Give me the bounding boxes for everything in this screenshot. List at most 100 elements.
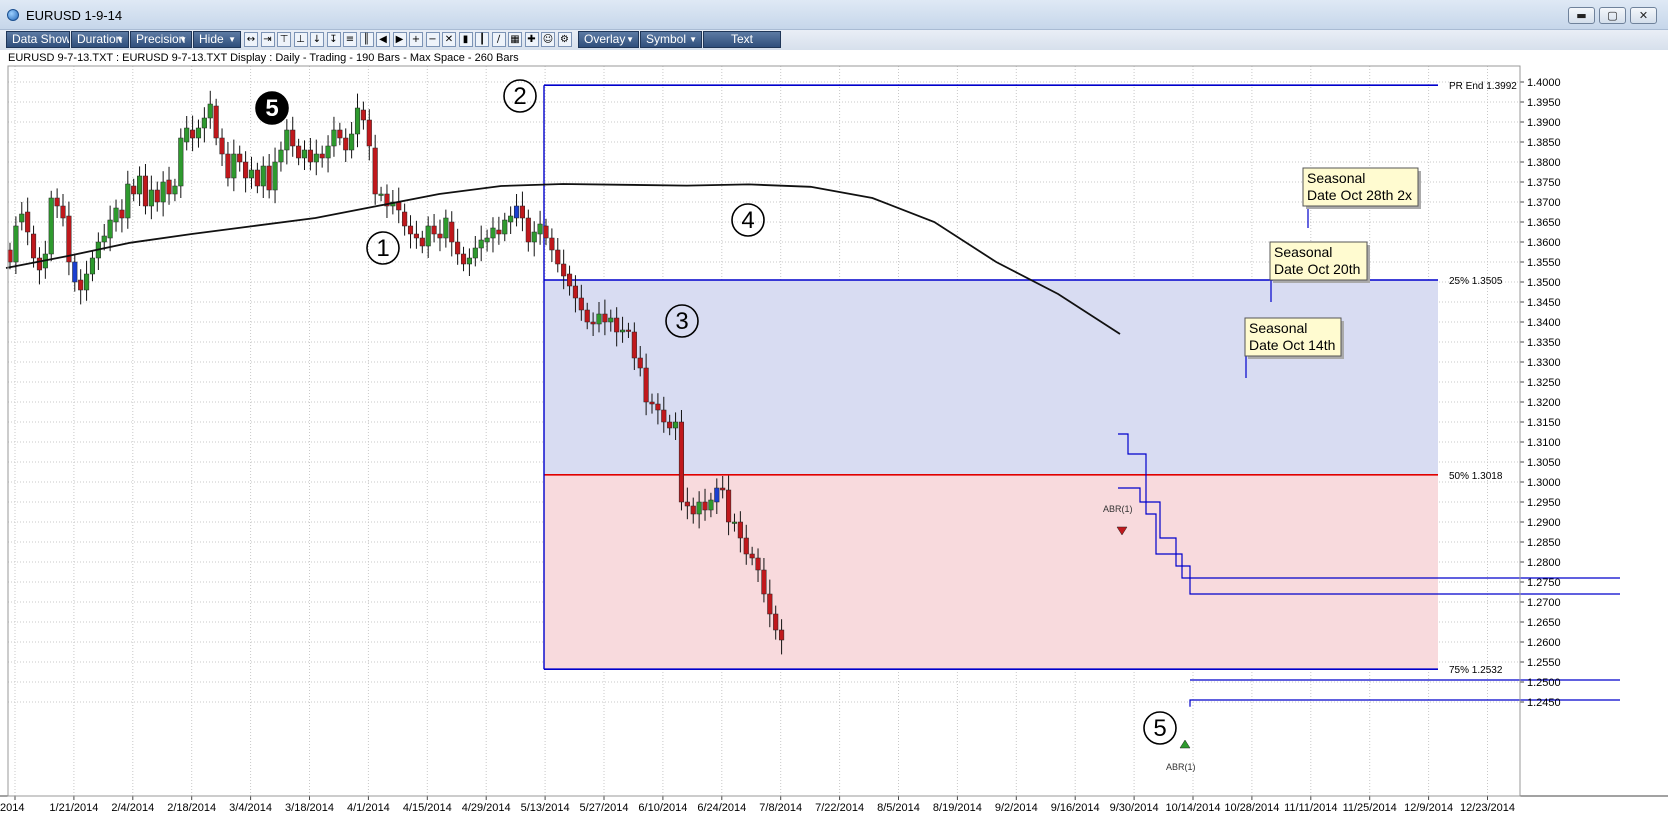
candle-body bbox=[767, 593, 773, 615]
candle-body bbox=[372, 147, 378, 195]
abr-label: ABR(1) bbox=[1103, 504, 1133, 514]
candle-body bbox=[431, 225, 437, 235]
wave-label-4: 4 bbox=[741, 207, 754, 234]
candle-body bbox=[502, 219, 508, 235]
wave-label-5: 5 bbox=[1153, 715, 1166, 742]
candle-body bbox=[661, 409, 667, 423]
candle-body bbox=[166, 179, 172, 195]
candle-body bbox=[413, 233, 419, 239]
candle-body bbox=[590, 321, 596, 325]
candle-body bbox=[378, 193, 384, 196]
price-tick-label: 1.3300 bbox=[1527, 357, 1561, 369]
price-tick-label: 1.2600 bbox=[1527, 637, 1561, 649]
candle-body bbox=[396, 201, 402, 211]
candle-body bbox=[178, 137, 184, 187]
candle-body bbox=[154, 189, 160, 203]
candle-body bbox=[555, 249, 561, 265]
price-tick-label: 1.3850 bbox=[1527, 137, 1561, 149]
candle-body bbox=[602, 313, 608, 323]
candle-body bbox=[731, 521, 738, 524]
candle-body bbox=[655, 403, 661, 411]
wave-label-2: 2 bbox=[513, 83, 526, 110]
candle-body bbox=[726, 489, 732, 523]
candle-body bbox=[325, 145, 331, 159]
date-tick-label: 2/18/2014 bbox=[167, 802, 216, 814]
candle-body bbox=[266, 165, 272, 191]
price-tick-label: 1.2450 bbox=[1527, 697, 1561, 709]
date-tick-label: 12/23/2014 bbox=[1460, 802, 1515, 814]
candle-body bbox=[684, 501, 690, 507]
candle-body bbox=[307, 149, 313, 163]
date-tick-label: 4/15/2014 bbox=[403, 802, 452, 814]
up-arrow-marker bbox=[1179, 739, 1191, 749]
candle-body bbox=[107, 219, 113, 239]
candle-body bbox=[349, 133, 355, 151]
candle-body bbox=[702, 501, 708, 511]
date-tick-label: 2/4/2014 bbox=[111, 802, 154, 814]
candle-body bbox=[337, 129, 343, 139]
price-tick-label: 1.2750 bbox=[1527, 577, 1561, 589]
candle-body bbox=[25, 211, 31, 233]
candle-body bbox=[749, 553, 755, 559]
candle-body bbox=[561, 263, 567, 277]
candle-body bbox=[584, 309, 590, 323]
price-tick-label: 1.3050 bbox=[1527, 457, 1561, 469]
candle-body bbox=[195, 127, 202, 139]
candle-body bbox=[649, 401, 655, 405]
price-chart[interactable]: PR End 1.3992 25% 1.3505 50% 1.3018 75% 1.2… bbox=[0, 0, 1668, 823]
candle-body bbox=[313, 153, 319, 163]
candle-body bbox=[278, 149, 284, 163]
candle-body bbox=[478, 239, 484, 249]
date-tick-label: 5/13/2014 bbox=[521, 802, 570, 814]
candle-body bbox=[260, 165, 266, 187]
date-tick-label: 4/1/2014 bbox=[347, 802, 390, 814]
candle-body bbox=[743, 537, 749, 555]
candle-body bbox=[248, 169, 255, 179]
candle-body bbox=[673, 421, 679, 429]
candle-body bbox=[137, 175, 143, 195]
date-axis: 2014 1/21/2014 2/4/2014 2/18/2014 3/4/2014 3/… bbox=[0, 795, 1668, 814]
price-tick-label: 1.3650 bbox=[1527, 217, 1561, 229]
price-tick-label: 1.3700 bbox=[1527, 197, 1561, 209]
price-tick-label: 1.3400 bbox=[1527, 317, 1561, 329]
price-tick-label: 1.3750 bbox=[1527, 177, 1561, 189]
candle-body bbox=[296, 145, 302, 159]
candle-body bbox=[543, 225, 549, 239]
date-tick-label: 7/22/2014 bbox=[815, 802, 864, 814]
candle-body bbox=[360, 109, 366, 121]
candle-body bbox=[596, 313, 602, 325]
candle-body bbox=[755, 557, 761, 571]
price-tick-label: 1.3000 bbox=[1527, 477, 1561, 489]
candle-body bbox=[172, 185, 178, 195]
candle-body bbox=[678, 421, 685, 503]
candle-body bbox=[160, 181, 166, 203]
date-tick-label: 6/24/2014 bbox=[697, 802, 746, 814]
candle-body bbox=[761, 569, 767, 595]
date-tick-label: 9/16/2014 bbox=[1051, 802, 1100, 814]
candle-body bbox=[225, 153, 231, 179]
candle-body bbox=[101, 235, 107, 243]
candle-body bbox=[231, 153, 237, 179]
candle-body bbox=[36, 257, 43, 271]
candle-body bbox=[567, 273, 573, 287]
seasonal-note-text: Date Oct 20th bbox=[1274, 261, 1360, 277]
candle-body bbox=[443, 217, 449, 239]
candle-body bbox=[243, 161, 249, 179]
date-tick-label: 10/14/2014 bbox=[1165, 802, 1220, 814]
candle-body bbox=[578, 297, 584, 311]
price-axis: 1.4000 1.3950 1.3900 1.3850 1.3800 1.3750 1.37… bbox=[1519, 66, 1561, 796]
seasonal-note-text: Date Oct 14th bbox=[1249, 337, 1335, 353]
price-tick-label: 1.3800 bbox=[1527, 157, 1561, 169]
candle-body bbox=[737, 521, 743, 539]
price-tick-label: 1.2550 bbox=[1527, 657, 1561, 669]
price-tick-label: 1.2700 bbox=[1527, 597, 1561, 609]
candle-body bbox=[620, 329, 626, 333]
candle-body bbox=[366, 119, 372, 147]
price-tick-label: 1.3600 bbox=[1527, 237, 1561, 249]
date-tick-label: 11/25/2014 bbox=[1343, 802, 1397, 814]
fib-level-label: PR End 1.3992 bbox=[1449, 81, 1517, 92]
candle-body bbox=[237, 153, 243, 163]
seasonal-note-text: Seasonal bbox=[1307, 170, 1365, 186]
candle-body bbox=[419, 237, 425, 247]
date-tick-label: 2014 bbox=[0, 802, 24, 814]
